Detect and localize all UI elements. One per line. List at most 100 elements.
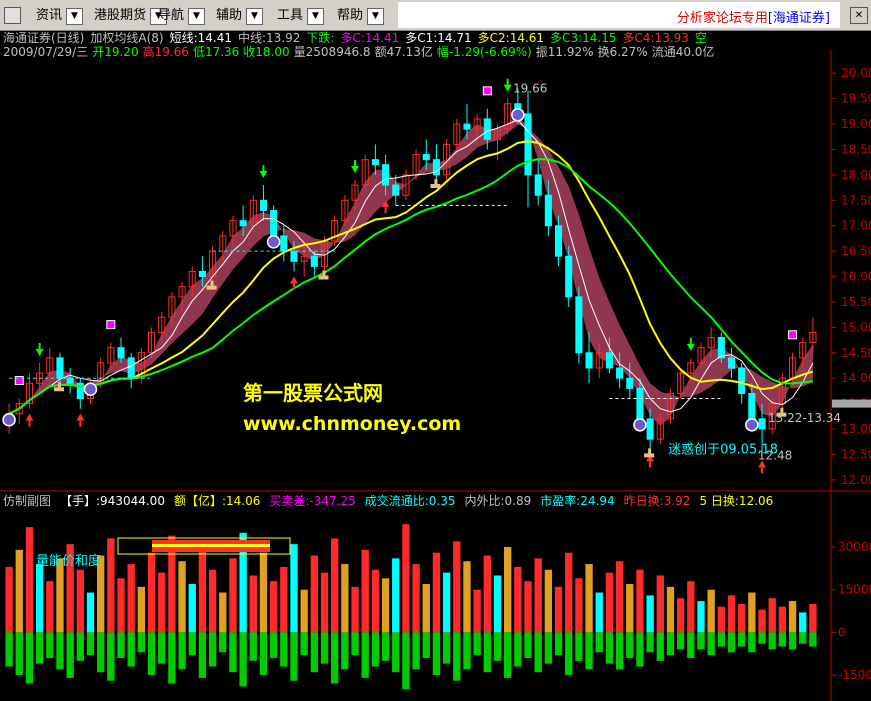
watermark-url: www.chnmoney.com <box>243 413 462 435</box>
volume-bar <box>46 581 54 633</box>
flow-bar <box>514 632 522 667</box>
volume-bar <box>544 569 553 633</box>
flow-bar <box>503 632 512 678</box>
annotation-label: 迷惑创于09.05.18 <box>668 441 778 457</box>
volume-bar <box>748 592 756 633</box>
header-value: 空 <box>694 31 707 45</box>
annotation-label: 19.66 <box>513 82 547 96</box>
menu-item[interactable]: 辅助 ▼ <box>216 7 263 25</box>
volume-bar <box>768 598 776 633</box>
window-icon[interactable] <box>4 7 21 24</box>
volume-bar <box>341 564 349 633</box>
annotation-label: 13.22-13.34 <box>768 411 841 425</box>
candle-body <box>66 377 74 384</box>
axis-tick-label: 12.50 <box>841 447 871 461</box>
flow-bar <box>371 632 380 667</box>
volume-bar <box>310 555 319 633</box>
close-button[interactable]: ✕ <box>850 7 868 24</box>
sell-arrow-icon <box>35 348 44 356</box>
volume-bar <box>738 603 746 633</box>
menu-item-label: 资讯 <box>36 8 63 23</box>
menu-item[interactable]: 工具 ▼ <box>277 7 324 25</box>
chevron-down-icon[interactable]: ▼ <box>66 8 83 25</box>
flow-bar <box>269 632 278 658</box>
volume-bar <box>381 578 390 633</box>
sell-arrow-icon <box>503 84 512 92</box>
flow-bar <box>656 632 664 661</box>
header-value: 多C3:14.15 <box>550 31 617 45</box>
flow-bar <box>341 632 349 670</box>
volume-bar <box>707 589 715 633</box>
axis-tick-label: 14.50 <box>841 346 871 360</box>
volume-bar <box>524 581 532 633</box>
flow-bar <box>280 632 288 667</box>
axis-tick-label: 19.50 <box>841 92 871 106</box>
volume-bar <box>463 561 471 633</box>
flow-bar <box>534 632 542 673</box>
axis-tick-label: 0 <box>838 625 846 639</box>
volume-axis: 30000 15000 0 -15000 <box>831 540 871 682</box>
volume-bar <box>442 572 451 633</box>
candle-body <box>514 103 522 110</box>
flow-bar <box>565 632 573 676</box>
menu-item[interactable]: 资讯 ▼ <box>36 7 83 25</box>
chevron-down-icon[interactable]: ▼ <box>188 8 205 25</box>
flow-bar <box>219 632 227 653</box>
flow-bar <box>748 632 756 653</box>
flow-bar <box>676 632 685 650</box>
volume-bar <box>331 538 339 633</box>
chevron-down-icon[interactable]: ▼ <box>246 8 263 25</box>
candle-body <box>463 123 471 130</box>
coin-icon <box>266 235 281 249</box>
flow-bar <box>76 632 84 661</box>
flow-bar <box>402 632 410 690</box>
menu-item[interactable]: 帮助 ▼ <box>337 7 384 25</box>
candle-body <box>758 418 766 430</box>
candle-body <box>636 387 644 420</box>
volume-bar <box>158 572 166 633</box>
volume-bar <box>117 578 125 633</box>
flow-bar <box>249 632 257 661</box>
flow-bar <box>392 632 400 673</box>
axis-tick-label: 14.00 <box>841 371 871 385</box>
candle-body <box>626 377 634 389</box>
axis-tick-label: 17.00 <box>841 219 871 233</box>
volume-bar <box>86 592 95 633</box>
flow-bar <box>768 632 776 650</box>
candle-body <box>382 164 390 186</box>
header-value: 短线:14.41 <box>169 31 232 45</box>
candle-body <box>422 154 430 161</box>
volume-bar <box>15 549 23 633</box>
volume-bar <box>717 606 726 633</box>
candlesticks <box>5 88 817 456</box>
volume-bar <box>422 584 430 633</box>
flow-bar <box>463 632 471 670</box>
flow-bar <box>35 632 44 664</box>
volume-bar <box>615 561 624 633</box>
volume-bar <box>361 549 369 633</box>
axis-tick-label: 19.00 <box>841 117 871 131</box>
menu-item[interactable]: 港股期货 ▼ <box>94 7 167 25</box>
flow-bar <box>809 632 817 647</box>
chevron-down-icon[interactable]: ▼ <box>307 8 324 25</box>
volume-bar <box>809 603 817 633</box>
chevron-down-icon[interactable]: ▼ <box>367 8 384 25</box>
volume-bar <box>493 575 502 633</box>
menu-item[interactable]: 导航 ▼ <box>158 7 205 25</box>
main-header-line2: 2009/07/29/三 开19.20 高19.66 低17.36 收18.00 量250… <box>3 45 718 59</box>
candle-body <box>56 357 64 379</box>
volume-bar <box>392 558 400 633</box>
sell-arrow-icon <box>351 165 360 173</box>
header-value: 幅-1.29(-6.69%) <box>436 45 532 59</box>
volume-bar <box>320 572 329 633</box>
flow-bar <box>331 632 339 684</box>
flow-bar <box>595 632 603 653</box>
sell-arrow-icon <box>259 171 268 179</box>
volume-bar <box>514 566 522 633</box>
flow-bar <box>799 632 807 644</box>
flow-bar <box>86 632 95 656</box>
volume-bar <box>351 586 359 633</box>
flow-bar <box>15 632 23 676</box>
candle-body <box>534 174 542 196</box>
menu-item-label: 港股期货 <box>94 8 147 23</box>
